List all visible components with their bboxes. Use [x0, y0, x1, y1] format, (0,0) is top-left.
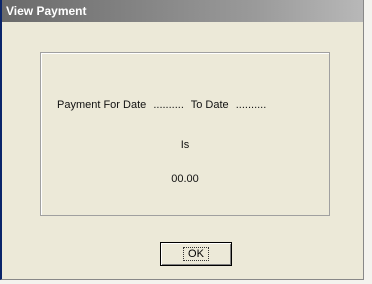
payment-for-date-label: Payment For Date	[57, 99, 147, 111]
to-date-label: To Date	[190, 99, 229, 111]
from-date-value: ..........	[153, 99, 184, 111]
is-label: Is	[180, 139, 190, 151]
payment-amount: 00.00	[171, 173, 199, 185]
to-date-value: ..........	[235, 99, 267, 111]
ok-button[interactable]: OK	[160, 242, 232, 266]
window-title: View Payment	[6, 4, 87, 18]
title-bar[interactable]: View Payment	[2, 0, 363, 22]
ok-button-label: OK	[183, 247, 209, 261]
date-range-line: Payment For Date .......... To Date ....…	[57, 99, 270, 111]
payment-info-panel: Payment For Date .......... To Date ....…	[40, 52, 330, 216]
view-payment-dialog: View Payment Payment For Date ..........…	[0, 0, 364, 280]
